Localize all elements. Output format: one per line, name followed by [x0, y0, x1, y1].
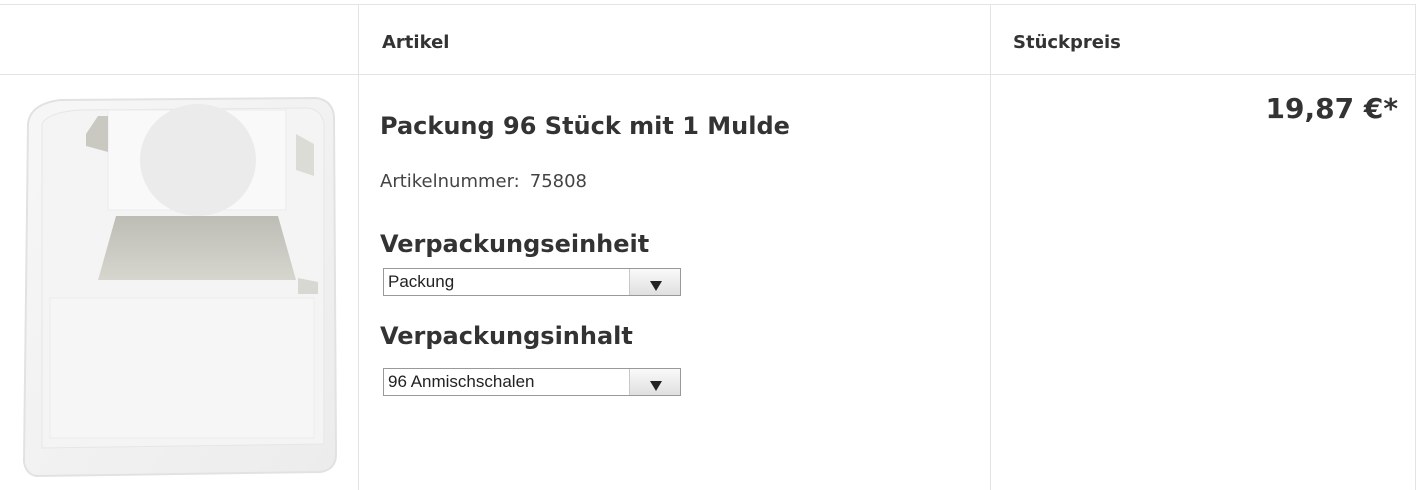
header-bottom-border: [0, 74, 1416, 75]
verpackungseinheit-selected-value: Packung: [388, 272, 455, 291]
dropdown-arrow-button[interactable]: [629, 369, 680, 395]
dropdown-arrow-button[interactable]: [629, 269, 680, 295]
article-number-label: Artikelnummer:: [380, 171, 520, 192]
verpackungsinhalt-selected-value: 96 Anmischschalen: [388, 372, 535, 391]
product-image[interactable]: [20, 94, 338, 478]
verpackungsinhalt-select[interactable]: 96 Anmischschalen: [383, 368, 681, 396]
triangle-down-icon: [650, 381, 662, 391]
column-header-artikel: Artikel: [382, 32, 450, 53]
column-header-stueckpreis: Stückpreis: [1013, 32, 1121, 53]
triangle-down-icon: [650, 281, 662, 291]
column-divider-2: [990, 4, 991, 490]
verpackungseinheit-label: Verpackungseinheit: [380, 230, 650, 258]
verpackungseinheit-select[interactable]: Packung: [383, 268, 681, 296]
product-title[interactable]: Packung 96 Stück mit 1 Mulde: [380, 112, 790, 140]
mixing-tray-image: [22, 96, 338, 478]
article-number: Artikelnummer: 75808: [380, 171, 587, 192]
article-number-value: 75808: [529, 171, 588, 192]
table-top-border: [0, 4, 1416, 5]
verpackungsinhalt-label: Verpackungsinhalt: [380, 322, 633, 350]
column-divider-1: [358, 4, 359, 490]
unit-price: 19,87 €*: [1265, 92, 1398, 125]
